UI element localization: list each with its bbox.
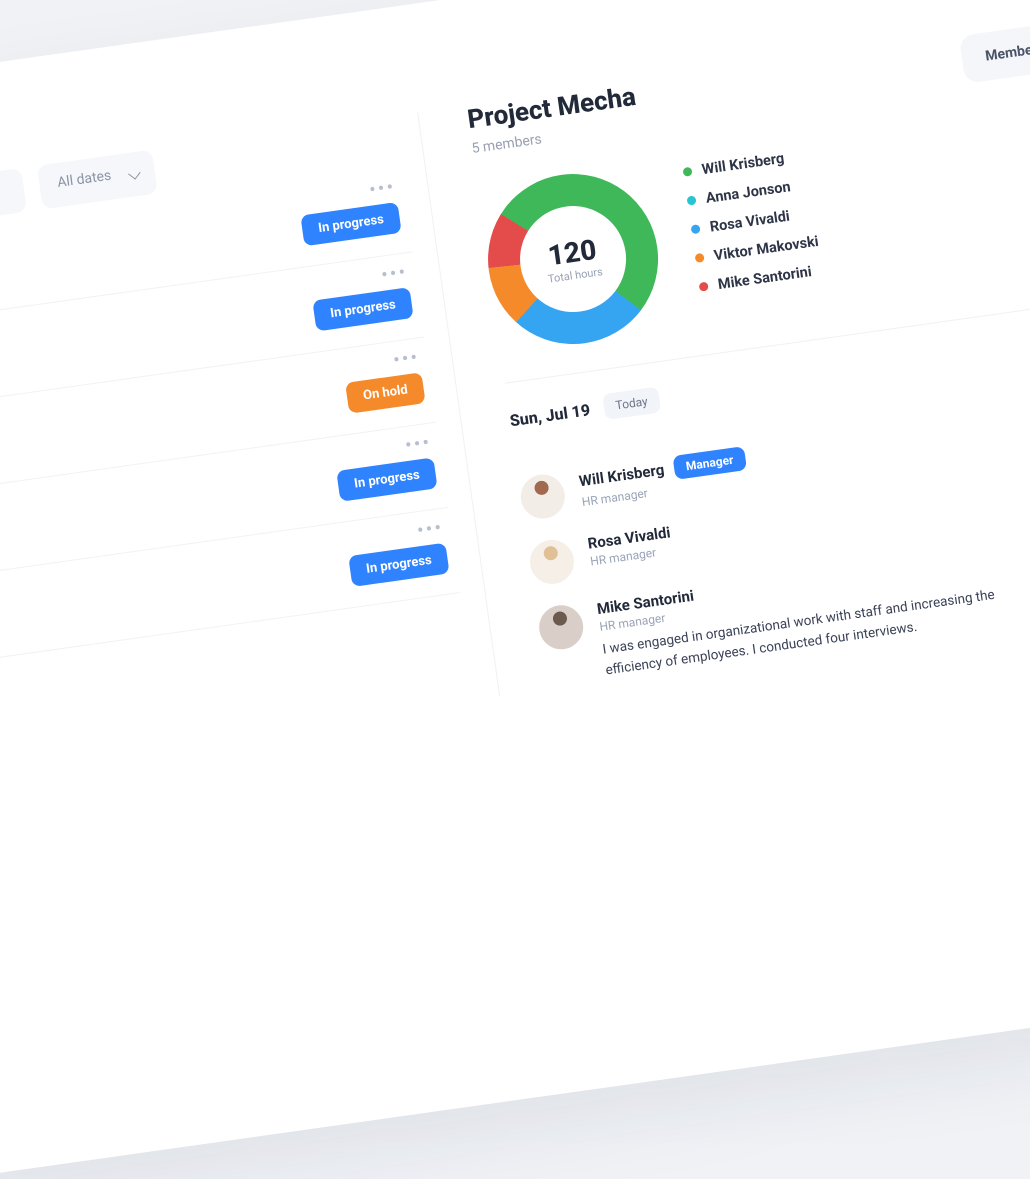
legend-dot-icon [682, 167, 692, 177]
projects-column: All dates •••124 hoursIn progress•••420 … [0, 112, 499, 774]
hours-donut-chart: 120 Total hours [477, 163, 669, 355]
app-window: Patrick Kilani Admin▾ All dates •••124 h… [0, 0, 1030, 1179]
tabs: Members Activity [958, 9, 1030, 84]
avatar [536, 602, 586, 652]
more-icon[interactable]: ••• [415, 515, 444, 542]
day-date: Sun, Jul 19 [509, 400, 592, 430]
status-badge: In progress [348, 543, 449, 587]
status-badge: In progress [336, 457, 437, 501]
project-detail: Project Mecha 5 members Members Activity… [417, 9, 1030, 697]
more-icon[interactable]: ••• [403, 430, 432, 457]
more-icon[interactable]: ••• [368, 174, 397, 201]
date-filter-select[interactable]: All dates [37, 150, 158, 210]
status-badge: In progress [312, 287, 413, 331]
legend-dot-icon [691, 224, 701, 234]
status-badge: In progress [300, 202, 401, 246]
legend-dot-icon [686, 195, 696, 205]
legend-dot-icon [695, 253, 705, 263]
today-pill: Today [602, 387, 661, 421]
avatar [527, 537, 577, 587]
tab-members[interactable]: Members [965, 28, 1030, 77]
legend-name: Mike Santorini [717, 263, 813, 293]
status-badge: On hold [345, 372, 425, 413]
more-icon[interactable]: ••• [379, 259, 408, 286]
legend-dot-icon [699, 282, 709, 292]
legend: Will Krisberg45 hoursAnna Jonson25 hours… [681, 90, 1030, 302]
more-icon[interactable]: ••• [391, 345, 420, 372]
avatar [518, 472, 568, 522]
